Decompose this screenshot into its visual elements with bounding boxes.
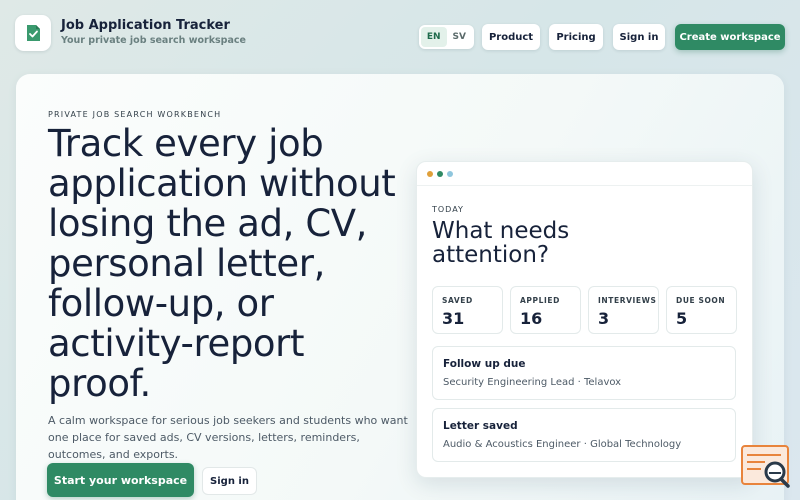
stat-label: DUE SOON xyxy=(676,296,726,305)
language-sv[interactable]: SV xyxy=(447,27,473,47)
window-dot-orange xyxy=(427,171,433,177)
stat-label: SAVED xyxy=(442,296,473,305)
clipboard-check-icon xyxy=(27,25,40,41)
search-assistant-widget[interactable] xyxy=(741,445,791,489)
window-bar xyxy=(417,162,752,186)
dashboard-label: TODAY xyxy=(432,205,464,214)
logo[interactable] xyxy=(15,15,51,51)
create-workspace-button[interactable]: Create workspace xyxy=(675,24,785,50)
start-workspace-button[interactable]: Start your workspace xyxy=(47,463,194,497)
hero-headline: Track every job application without losi… xyxy=(48,122,396,405)
stat-applied: APPLIED 16 xyxy=(510,286,581,334)
task-subtitle: Audio & Acoustics Engineer · Global Tech… xyxy=(443,439,682,450)
window-dot-blue xyxy=(447,171,453,177)
stat-due-soon: DUE SOON 5 xyxy=(666,286,737,334)
stat-value: 5 xyxy=(676,309,688,328)
hero-lead: A calm workspace for serious job seekers… xyxy=(48,414,408,461)
hero-sign-in-button[interactable]: Sign in xyxy=(202,467,257,495)
task-title: Follow up due xyxy=(443,358,526,370)
stat-label: INTERVIEWS xyxy=(598,296,657,305)
site-header: Job Application Tracker Your private job… xyxy=(0,0,800,74)
stat-value: 3 xyxy=(598,309,610,328)
stat-value: 16 xyxy=(520,309,543,328)
search-assistant-icon xyxy=(741,445,790,488)
nav-product-button[interactable]: Product xyxy=(482,24,540,50)
task-letter-saved[interactable]: Letter saved Audio & Acoustics Engineer … xyxy=(432,408,736,462)
language-en[interactable]: EN xyxy=(421,27,447,47)
stat-label: APPLIED xyxy=(520,296,560,305)
stat-value: 31 xyxy=(442,309,465,328)
task-follow-up[interactable]: Follow up due Security Engineering Lead … xyxy=(432,346,736,400)
window-dot-green xyxy=(437,171,443,177)
nav-sign-in-button[interactable]: Sign in xyxy=(613,24,665,50)
dashboard-preview-card: TODAY What needs attention? SAVED 31 APP… xyxy=(416,161,753,478)
stat-saved: SAVED 31 xyxy=(432,286,503,334)
dashboard-title: What needs attention? xyxy=(432,218,570,268)
task-subtitle: Security Engineering Lead · Telavox xyxy=(443,377,622,388)
hero-eyebrow: PRIVATE JOB SEARCH WORKBENCH xyxy=(48,110,222,119)
task-title: Letter saved xyxy=(443,420,518,432)
language-switcher: EN SV xyxy=(419,25,474,49)
brand-title[interactable]: Job Application Tracker xyxy=(61,18,230,33)
nav-pricing-button[interactable]: Pricing xyxy=(549,24,603,50)
brand-subtitle: Your private job search workspace xyxy=(61,35,246,46)
stat-interviews: INTERVIEWS 3 xyxy=(588,286,659,334)
